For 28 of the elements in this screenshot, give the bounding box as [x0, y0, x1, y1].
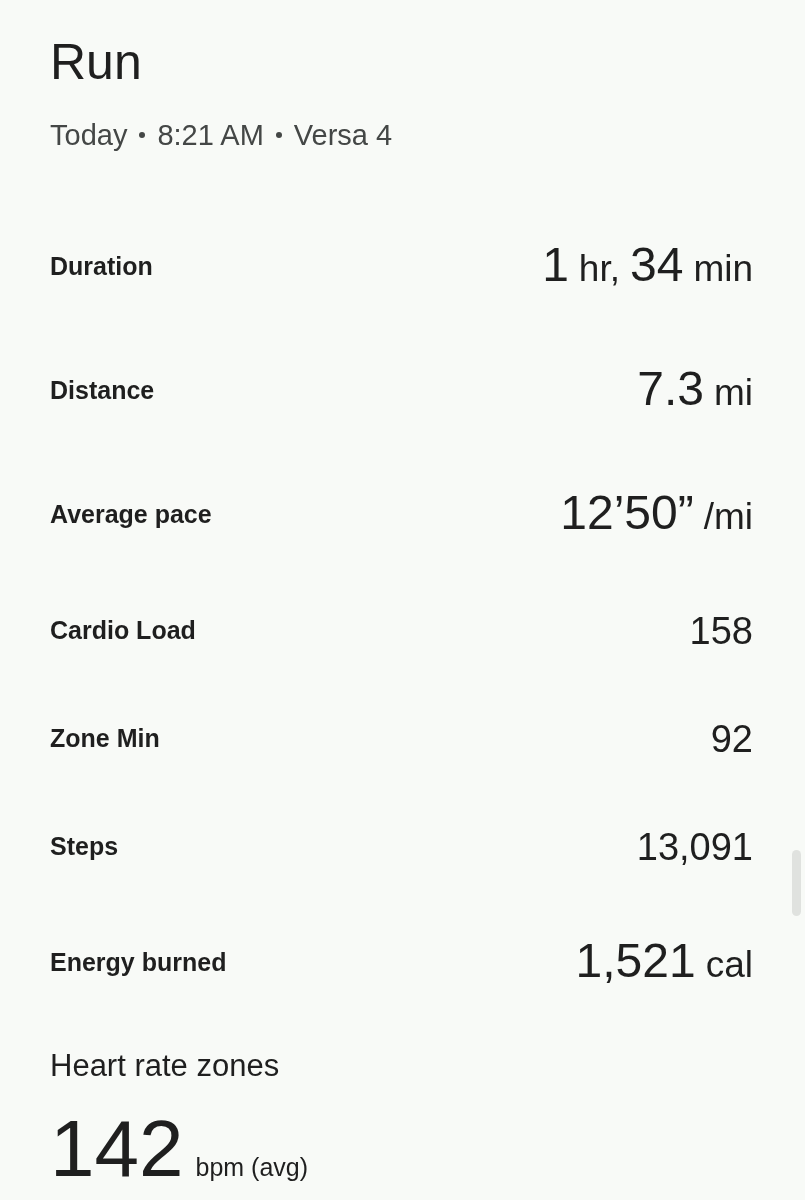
unit-text: mi [713, 371, 753, 415]
unit-text: /mi [703, 495, 753, 539]
value-text: 158 [689, 609, 753, 654]
value-text: 1,521 [575, 933, 696, 989]
section-title: Heart rate zones [50, 1047, 280, 1085]
stat-label: Steps [50, 831, 119, 863]
subtitle-text: Today [50, 118, 128, 153]
value-text: 12’50” [560, 485, 694, 541]
page-title: Run [50, 33, 142, 92]
stat-label: Energy burned [50, 947, 227, 979]
stat-label: Average pace [50, 499, 212, 531]
value-text: 34 [630, 237, 684, 293]
heart-rate-value: 142 [50, 1104, 184, 1194]
unit-text: hr, [578, 247, 620, 291]
unit-text: cal [705, 943, 753, 987]
stat-label: Distance [50, 375, 155, 407]
subtitle-text: 8:21 AM [157, 118, 264, 153]
value-text: 7.3 [637, 361, 704, 417]
value-text: 92 [710, 717, 753, 762]
stat-label: Zone Min [50, 723, 160, 755]
value-text: 1 [542, 237, 569, 293]
stat-label: Duration [50, 251, 153, 283]
scrollbar[interactable] [792, 850, 801, 916]
unit-text: min [693, 247, 753, 291]
stat-label: Cardio Load [50, 615, 196, 647]
subtitle-text: Versa 4 [293, 118, 393, 153]
heart-rate-unit: bpm (avg) [195, 1152, 309, 1183]
value-text: 13,091 [636, 825, 753, 870]
